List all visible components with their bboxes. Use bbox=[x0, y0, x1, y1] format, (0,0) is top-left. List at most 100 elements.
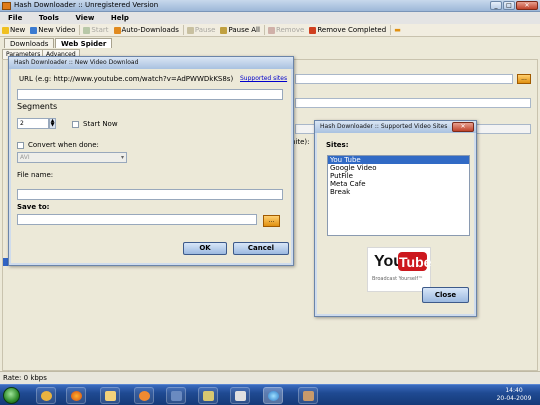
segments-value: 2 bbox=[20, 120, 24, 127]
taskbar-item-calendar[interactable] bbox=[230, 387, 250, 404]
dialog-body: URL (e.g: http://www.youtube.com/watch?v… bbox=[11, 69, 291, 263]
file-name-label: File name: bbox=[17, 171, 54, 179]
main-title-bar: Hash Downloader :: Unregistered Version … bbox=[0, 0, 540, 12]
list-item[interactable]: Meta Cafe bbox=[328, 180, 469, 188]
pause-icon bbox=[186, 26, 194, 34]
supported-sites-link[interactable]: Supported sites bbox=[240, 75, 287, 82]
taskbar-item-media[interactable] bbox=[36, 387, 56, 404]
list-item[interactable]: You Tube bbox=[328, 156, 469, 164]
folder-icon bbox=[105, 391, 116, 401]
youtube-logo: You Tube Broadcast Yourself™ bbox=[367, 247, 431, 292]
pause-all-icon bbox=[220, 26, 228, 34]
list-item[interactable]: Break bbox=[328, 188, 469, 196]
menu-view[interactable]: View bbox=[67, 12, 100, 24]
close-button[interactable]: Close bbox=[422, 287, 469, 303]
supported-sites-dialog: Hash Downloader :: Supported Video Sites… bbox=[314, 120, 477, 317]
convert-checkbox[interactable] bbox=[17, 142, 24, 149]
close-dialog-button[interactable]: ✕ bbox=[452, 122, 474, 132]
taskbar-item-tool[interactable] bbox=[298, 387, 318, 404]
menu-help[interactable]: Help bbox=[103, 12, 135, 24]
tab-web-spider[interactable]: Web Spider bbox=[55, 38, 113, 48]
remove-completed-icon bbox=[309, 26, 317, 34]
bg-field[interactable] bbox=[295, 98, 531, 108]
tab-downloads[interactable]: Downloads bbox=[4, 38, 55, 48]
auto-download-icon bbox=[113, 26, 121, 34]
window-title: Hash Downloader :: Unregistered Version bbox=[14, 1, 159, 9]
start-now-label: Start Now bbox=[83, 120, 118, 128]
logo-tagline: Broadcast Yourself™ bbox=[372, 276, 424, 282]
play-icon bbox=[83, 26, 91, 34]
segments-label: Segments bbox=[17, 102, 58, 111]
minimize-button[interactable]: _ bbox=[490, 1, 502, 10]
remove-button[interactable]: Remove bbox=[266, 26, 307, 34]
save-to-input[interactable] bbox=[17, 214, 257, 225]
pause-button[interactable]: Pause bbox=[185, 26, 219, 34]
taskbar-item-app[interactable] bbox=[198, 387, 218, 404]
system-clock: 14:40 20-04-2009 bbox=[492, 387, 536, 403]
new-video-button[interactable]: New Video bbox=[28, 26, 78, 34]
clock-time: 14:40 bbox=[505, 387, 523, 394]
menu-file[interactable]: File bbox=[0, 12, 28, 24]
maximize-button[interactable]: □ bbox=[503, 1, 515, 10]
dialog-title-bar: Hash Downloader :: Supported Video Sites… bbox=[315, 121, 476, 133]
taskbar: 14:40 20-04-2009 bbox=[0, 384, 540, 405]
app-icon bbox=[2, 2, 11, 10]
close-window-button[interactable]: ✕ bbox=[516, 1, 538, 10]
dialog-title-bar: Hash Downloader :: New Video Download bbox=[9, 57, 293, 69]
taskbar-item-video[interactable] bbox=[166, 387, 186, 404]
start-button[interactable] bbox=[3, 387, 20, 404]
pause-all-button[interactable]: Pause All bbox=[218, 26, 263, 34]
taskbar-item-firefox[interactable] bbox=[66, 387, 86, 404]
taskbar-item-hash-downloader[interactable] bbox=[263, 387, 283, 404]
new-video-download-dialog: Hash Downloader :: New Video Download UR… bbox=[8, 56, 294, 266]
logo-word-tube: Tube bbox=[399, 254, 432, 270]
tool-icon bbox=[303, 391, 314, 401]
file-name-input[interactable] bbox=[17, 189, 283, 200]
list-item[interactable]: Google Video bbox=[328, 164, 469, 172]
new-button[interactable]: New bbox=[0, 26, 28, 34]
rate-status: Rate: 0 kbps bbox=[3, 374, 47, 382]
remove-completed-button[interactable]: Remove Completed bbox=[307, 26, 389, 34]
menu-bar: File Tools View Help bbox=[0, 12, 540, 24]
toolbar-separator bbox=[182, 25, 184, 35]
toolbar-overflow[interactable]: ▬ bbox=[392, 26, 404, 34]
convert-format-value: AVI bbox=[20, 154, 30, 161]
chevron-down-icon: ▾ bbox=[120, 154, 124, 161]
convert-format-select[interactable]: AVI ▾ bbox=[17, 152, 127, 163]
messenger-icon bbox=[139, 391, 150, 401]
toolbar-separator bbox=[263, 25, 265, 35]
new-video-icon bbox=[30, 26, 38, 34]
media-player-icon bbox=[41, 391, 52, 401]
sites-label: Sites: bbox=[326, 141, 349, 149]
toolbar-separator bbox=[390, 25, 392, 35]
status-bar: Rate: 0 kbps bbox=[0, 371, 540, 384]
taskbar-item-explorer[interactable] bbox=[100, 387, 120, 404]
firefox-icon bbox=[71, 391, 82, 401]
dialog-title: Hash Downloader :: Supported Video Sites bbox=[320, 123, 448, 130]
remove-icon bbox=[267, 26, 275, 34]
bg-browse-button[interactable]: ... bbox=[517, 74, 531, 84]
cancel-button[interactable]: Cancel bbox=[233, 242, 289, 255]
main-tabs: Downloads Web Spider bbox=[0, 37, 540, 48]
bg-url-field[interactable] bbox=[295, 74, 513, 84]
browse-folder-button[interactable]: ... bbox=[263, 215, 280, 227]
clock-date: 20-04-2009 bbox=[496, 395, 532, 402]
app-icon bbox=[203, 391, 214, 401]
ok-button[interactable]: OK bbox=[183, 242, 227, 255]
taskbar-item-messenger[interactable] bbox=[134, 387, 154, 404]
convert-label: Convert when done: bbox=[28, 141, 99, 149]
toolbar: New New Video Start Auto-Downloads Pause… bbox=[0, 24, 540, 37]
start-now-checkbox[interactable] bbox=[72, 121, 79, 128]
list-item[interactable]: PutFile bbox=[328, 172, 469, 180]
segments-stepper[interactable]: 2 bbox=[17, 118, 49, 129]
menu-tools[interactable]: Tools bbox=[31, 12, 65, 24]
sites-list[interactable]: You Tube Google Video PutFile Meta Cafe … bbox=[327, 155, 470, 236]
start-button[interactable]: Start bbox=[81, 26, 111, 34]
auto-downloads-button[interactable]: Auto-Downloads bbox=[112, 26, 182, 34]
stepper-arrows[interactable]: ▲ ▼ bbox=[49, 118, 56, 129]
url-label: URL (e.g: http://www.youtube.com/watch?v… bbox=[19, 75, 234, 83]
toolbar-separator bbox=[79, 25, 81, 35]
new-file-icon bbox=[2, 26, 9, 34]
globe-icon bbox=[268, 391, 279, 401]
url-input[interactable] bbox=[17, 89, 283, 100]
